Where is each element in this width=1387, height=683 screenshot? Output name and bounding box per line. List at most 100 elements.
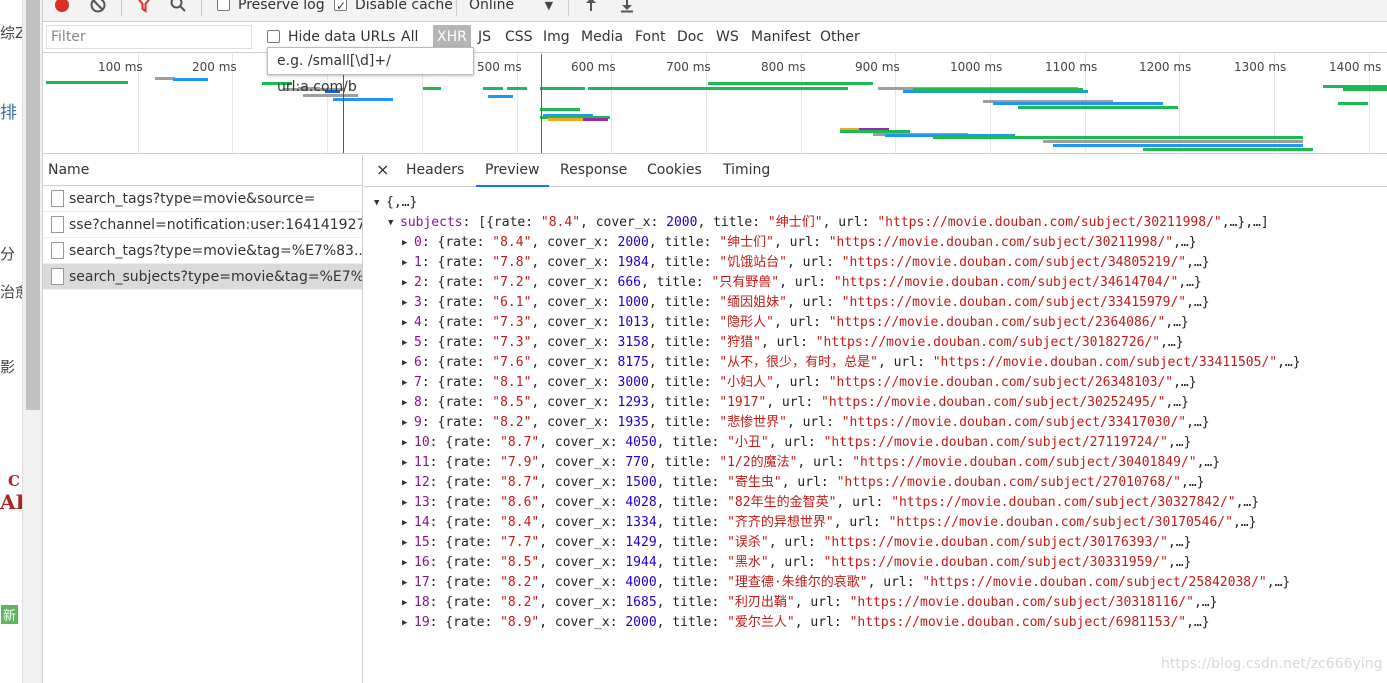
json-item-row[interactable]: ▶ 1: {rate: "7.8", cover_x: 1984, title: … (364, 253, 1387, 273)
json-item-row[interactable]: ▶ 8: {rate: "8.5", cover_x: 1293, title: … (364, 393, 1387, 413)
collapsed-triangle-icon[interactable]: ▶ (402, 413, 414, 433)
collapsed-triangle-icon[interactable]: ▶ (402, 593, 414, 613)
json-punct: : { (429, 575, 454, 590)
collapsed-triangle-icon[interactable]: ▶ (402, 513, 414, 533)
json-item-row[interactable]: ▶ 5: {rate: "7.3", cover_x: 3158, title: … (364, 333, 1387, 353)
filter-other[interactable]: Other (816, 25, 864, 49)
json-item-row[interactable]: ▶ 6: {rate: "7.6", cover_x: 8175, title: … (364, 353, 1387, 373)
json-field-name: rate: (453, 495, 501, 510)
json-field-name: , cover_x: (539, 555, 626, 570)
filter-toggle-button[interactable] (135, 0, 153, 17)
toolbar-separator (201, 0, 202, 16)
collapsed-triangle-icon[interactable]: ▶ (402, 273, 414, 293)
json-item-row[interactable]: ▶ 17: {rate: "8.2", cover_x: 4000, title:… (364, 573, 1387, 593)
json-root[interactable]: ▼ {,…} (364, 193, 1387, 213)
request-row[interactable]: search_tags?type=movie&source= (43, 186, 362, 212)
collapsed-triangle-icon[interactable]: ▶ (402, 533, 414, 553)
json-url: "https://movie.douban.com/subject/303319… (823, 555, 1168, 570)
search-button[interactable] (169, 0, 187, 17)
json-item-row[interactable]: ▶ 9: {rate: "8.2", cover_x: 1935, title: … (364, 413, 1387, 433)
request-name: search_tags?type=movie&source= (69, 191, 316, 207)
clear-button[interactable] (89, 0, 107, 18)
page-scrollbar-thumb[interactable] (26, 0, 40, 410)
collapsed-triangle-icon[interactable]: ▶ (402, 613, 414, 633)
tab-timing[interactable]: Timing (714, 155, 779, 187)
collapsed-triangle-icon[interactable]: ▶ (402, 493, 414, 513)
json-title: "只有野兽" (711, 275, 780, 290)
collapsed-triangle-icon[interactable]: ▶ (402, 373, 414, 393)
filter-input[interactable] (46, 25, 252, 49)
json-punct: ,…} (1167, 535, 1192, 550)
tab-cookies[interactable]: Cookies (638, 155, 711, 187)
collapsed-triangle-icon[interactable]: ▶ (402, 433, 414, 453)
json-rate: "8.5" (500, 555, 540, 570)
filter-js[interactable]: JS (474, 25, 495, 49)
filter-font[interactable]: Font (631, 25, 669, 49)
json-item-row[interactable]: ▶ 7: {rate: "8.1", cover_x: 3000, title: … (364, 373, 1387, 393)
json-item-row[interactable]: ▶ 16: {rate: "8.5", cover_x: 1944, title:… (364, 553, 1387, 573)
collapsed-triangle-icon[interactable]: ▶ (402, 313, 414, 333)
preserve-log-checkbox[interactable]: Preserve log (217, 0, 325, 16)
import-har-button[interactable] (583, 0, 599, 17)
json-url: "https://movie.douban.com/subject/348052… (841, 255, 1187, 270)
throttling-select[interactable]: Online ▼ (469, 0, 553, 16)
tab-headers[interactable]: Headers (397, 155, 473, 187)
collapsed-triangle-icon[interactable]: ▶ (402, 233, 414, 253)
json-item-row[interactable]: ▶ 14: {rate: "8.4", cover_x: 1334, title:… (364, 513, 1387, 533)
request-row-selected[interactable]: search_subjects?type=movie&tag=%E7%... (43, 264, 362, 290)
json-root-text: {,…} (386, 195, 418, 210)
request-row[interactable]: search_tags?type=movie&tag=%E7%83... (43, 238, 362, 264)
checkbox-box[interactable] (334, 0, 347, 17)
json-rate: "8.6" (500, 495, 540, 510)
json-cover-x: 4028 (625, 495, 657, 510)
collapsed-triangle-icon[interactable]: ▶ (402, 253, 414, 273)
collapsed-triangle-icon[interactable]: ▶ (402, 333, 414, 353)
filter-ws[interactable]: WS (712, 25, 743, 49)
filter-all[interactable]: All (397, 25, 422, 49)
json-item-row[interactable]: ▶ 10: {rate: "8.7", cover_x: 4050, title:… (364, 433, 1387, 453)
json-item-row[interactable]: ▶ 15: {rate: "7.7", cover_x: 1429, title:… (364, 533, 1387, 553)
json-number: 2000 (666, 215, 698, 230)
json-subjects[interactable]: ▼ subjects: [{rate: "8.4", cover_x: 2000,… (364, 213, 1387, 233)
collapsed-triangle-icon[interactable]: ▶ (402, 353, 414, 373)
json-item-row[interactable]: ▶ 12: {rate: "8.7", cover_x: 1500, title:… (364, 473, 1387, 493)
record-button[interactable] (53, 0, 71, 18)
checkbox-box[interactable] (217, 0, 230, 11)
collapsed-triangle-icon[interactable]: ▶ (402, 393, 414, 413)
collapsed-triangle-icon[interactable]: ▶ (402, 553, 414, 573)
json-item-row[interactable]: ▶ 13: {rate: "8.6", cover_x: 4028, title:… (364, 493, 1387, 513)
name-column-header[interactable]: Name (43, 155, 362, 186)
hide-data-urls-checkbox[interactable]: Hide data URLs (267, 29, 395, 45)
collapsed-triangle-icon[interactable]: ▶ (402, 453, 414, 473)
filter-xhr[interactable]: XHR (433, 25, 471, 49)
filter-doc[interactable]: Doc (673, 25, 708, 49)
expanded-triangle-icon[interactable]: ▼ (388, 213, 400, 233)
request-row[interactable]: sse?channel=notification:user:164141927.… (43, 212, 362, 238)
json-cover-x: 4000 (625, 575, 657, 590)
collapsed-triangle-icon[interactable]: ▶ (402, 293, 414, 313)
json-item-row[interactable]: ▶ 11: {rate: "7.9", cover_x: 770, title: … (364, 453, 1387, 473)
json-cover-x: 666 (617, 275, 641, 290)
json-item-row[interactable]: ▶ 4: {rate: "7.3", cover_x: 1013, title: … (364, 313, 1387, 333)
filter-img[interactable]: Img (539, 25, 574, 49)
expanded-triangle-icon[interactable]: ▼ (374, 193, 386, 213)
export-har-button[interactable] (619, 0, 635, 17)
page-scrollbar[interactable] (22, 0, 42, 683)
collapsed-triangle-icon[interactable]: ▶ (402, 573, 414, 593)
timeline-overview[interactable]: 100 ms200 ms300 ms400 ms500 ms600 ms700 … (43, 54, 1387, 154)
disable-cache-checkbox[interactable]: Disable cache (334, 0, 453, 17)
close-icon[interactable]: × (376, 160, 389, 179)
filter-manifest[interactable]: Manifest (747, 25, 815, 49)
json-item-row[interactable]: ▶ 3: {rate: "6.1", cover_x: 1000, title: … (364, 293, 1387, 313)
tab-response[interactable]: Response (551, 155, 636, 187)
filter-css[interactable]: CSS (501, 25, 537, 49)
json-item-row[interactable]: ▶ 18: {rate: "8.2", cover_x: 1685, title:… (364, 593, 1387, 613)
json-item-row[interactable]: ▶ 0: {rate: "8.4", cover_x: 2000, title: … (364, 233, 1387, 253)
collapsed-triangle-icon[interactable]: ▶ (402, 473, 414, 493)
filter-media[interactable]: Media (577, 25, 627, 49)
json-item-row[interactable]: ▶ 2: {rate: "7.2", cover_x: 666, title: "… (364, 273, 1387, 293)
json-item-row[interactable]: ▶ 19: {rate: "8.9", cover_x: 2000, title:… (364, 613, 1387, 633)
checkbox-box[interactable] (267, 29, 280, 43)
json-punct: ,…} (1186, 295, 1210, 310)
tab-preview[interactable]: Preview (476, 155, 549, 187)
